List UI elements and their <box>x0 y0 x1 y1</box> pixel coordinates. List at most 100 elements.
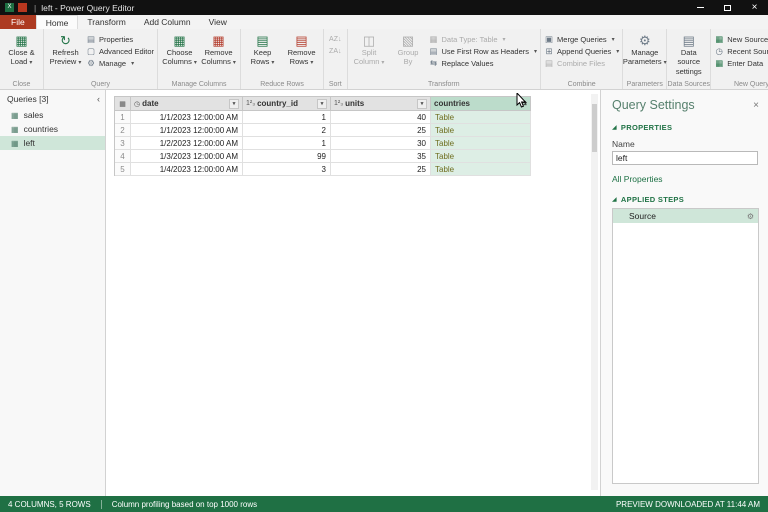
cell-date[interactable]: 1/4/2023 12:00:00 AM <box>131 163 243 176</box>
properties-button[interactable]: ▤ Properties <box>86 35 154 45</box>
collapse-triangle-icon: ◢ <box>612 197 617 203</box>
remove-rows-label: Remove <box>287 48 316 57</box>
ribbon-group-manage-columns: ▦ Choose Columns ▾ ▦ Remove Columns ▾ Mana… <box>158 29 242 89</box>
use-first-row-as-headers-button[interactable]: ▤ Use First Row as Headers ▾ <box>429 47 537 57</box>
scrollbar-thumb[interactable] <box>592 104 597 152</box>
column-header-country-id[interactable]: 1²₃ country_id ▾ <box>243 97 331 111</box>
row-number[interactable]: 5 <box>115 163 131 176</box>
cell-date[interactable]: 1/2/2023 12:00:00 AM <box>131 137 243 150</box>
cell-units[interactable]: 35 <box>331 150 431 163</box>
vertical-scrollbar[interactable] <box>591 94 598 490</box>
close-button[interactable]: × <box>741 0 768 15</box>
group-label-sort: Sort <box>328 81 342 88</box>
collapse-pane-icon[interactable]: ‹ <box>97 94 100 104</box>
chevron-down-icon: ▾ <box>131 61 135 67</box>
combine-files-button[interactable]: ▤ Combine Files <box>544 59 619 69</box>
tab-add-column[interactable]: Add Column <box>135 15 200 29</box>
query-settings-panel: Query Settings × ◢ PROPERTIES Name All P… <box>600 90 768 496</box>
cell-country-id[interactable]: 3 <box>243 163 331 176</box>
query-item-left[interactable]: ▦ left <box>0 136 105 150</box>
group-label-transform: Transform <box>427 81 460 88</box>
split-column-button[interactable]: ◫ Split Column ▾ <box>351 31 388 68</box>
row-number[interactable]: 2 <box>115 124 131 137</box>
row-number[interactable]: 4 <box>115 150 131 163</box>
cell-units[interactable]: 25 <box>331 163 431 176</box>
chevron-down-icon: ▾ <box>271 60 275 67</box>
replace-values-button[interactable]: ⇆ Replace Values <box>429 59 538 69</box>
query-item-countries[interactable]: ▦ countries <box>0 122 105 136</box>
close-load-label: Close & <box>8 48 35 57</box>
filter-dropdown-icon[interactable]: ▾ <box>417 98 427 109</box>
group-by-label: Group <box>397 48 419 57</box>
remove-rows-button[interactable]: ▤ Remove Rows ▾ <box>283 31 320 68</box>
column-name: country_id <box>257 99 298 108</box>
manage-parameters-button[interactable]: ⚙ Manage Parameters ▾ <box>623 31 667 68</box>
group-label-new-query: New Query <box>733 81 768 88</box>
data-source-settings-button[interactable]: ▤ Data source settings <box>670 31 707 76</box>
cell-units[interactable]: 40 <box>331 111 431 124</box>
cell-units[interactable]: 25 <box>331 124 431 137</box>
step-source[interactable]: Source ⚙ <box>613 209 758 223</box>
table-link[interactable]: Table <box>435 113 454 122</box>
cell-date[interactable]: 1/1/2023 12:00:00 AM <box>131 124 243 137</box>
row-number[interactable]: 1 <box>115 111 131 124</box>
data-source-settings-icon: ▤ <box>682 33 695 48</box>
table-row: 2 1/1/2023 12:00:00 AM 2 25 Table <box>115 124 531 137</box>
properties-section-header[interactable]: ◢ PROPERTIES <box>612 123 759 132</box>
cell-country-id[interactable]: 99 <box>243 150 331 163</box>
cell-countries[interactable]: Table <box>431 137 531 150</box>
table-link[interactable]: Table <box>435 152 454 161</box>
choose-columns-button[interactable]: ▦ Choose Columns ▾ <box>161 31 198 68</box>
cell-countries[interactable]: Table <box>431 150 531 163</box>
tab-transform[interactable]: Transform <box>78 15 134 29</box>
new-source-button[interactable]: ▦ New Source ▾ <box>714 35 768 45</box>
cell-country-id[interactable]: 1 <box>243 111 331 124</box>
sort-descending-button[interactable]: ZA↓ <box>327 47 343 56</box>
minimize-button[interactable] <box>687 0 714 15</box>
cell-units[interactable]: 30 <box>331 137 431 150</box>
tab-view[interactable]: View <box>200 15 236 29</box>
row-number[interactable]: 3 <box>115 137 131 150</box>
merge-queries-button[interactable]: ▣ Merge Queries ▾ <box>544 35 619 45</box>
cell-date[interactable]: 1/3/2023 12:00:00 AM <box>131 150 243 163</box>
gear-icon[interactable]: ⚙ <box>747 212 754 221</box>
recent-sources-button[interactable]: ◷ Recent Sources ▾ <box>714 47 768 57</box>
query-name-input[interactable] <box>612 151 758 165</box>
table-link[interactable]: Table <box>435 139 454 148</box>
filter-dropdown-icon[interactable]: ▾ <box>229 98 239 109</box>
advanced-editor-button[interactable]: ▢ Advanced Editor <box>86 47 154 57</box>
remove-columns-button[interactable]: ▦ Remove Columns ▾ <box>200 31 237 68</box>
append-queries-button[interactable]: ⊞ Append Queries ▾ <box>544 47 619 57</box>
all-properties-link[interactable]: All Properties <box>612 174 759 184</box>
refresh-preview-button[interactable]: ↻ Refresh Preview ▾ <box>47 31 84 68</box>
applied-steps-section-header[interactable]: ◢ APPLIED STEPS <box>612 195 759 204</box>
status-profiling[interactable]: Column profiling based on top 1000 rows <box>100 499 257 509</box>
cell-countries[interactable]: Table <box>431 163 531 176</box>
column-name: countries <box>434 99 471 108</box>
table-link[interactable]: Table <box>435 165 454 174</box>
query-item-sales[interactable]: ▦ sales <box>0 108 105 122</box>
cell-country-id[interactable]: 2 <box>243 124 331 137</box>
keep-rows-button[interactable]: ▤ Keep Rows ▾ <box>244 31 281 68</box>
step-label: Source <box>629 211 656 221</box>
tab-file[interactable]: File <box>0 15 36 29</box>
filter-dropdown-icon[interactable]: ▾ <box>317 98 327 109</box>
tab-home[interactable]: Home <box>35 15 79 29</box>
cell-date[interactable]: 1/1/2023 12:00:00 AM <box>131 111 243 124</box>
column-header-units[interactable]: 1²₃ units ▾ <box>331 97 431 111</box>
restore-button[interactable] <box>714 0 741 15</box>
data-type-button[interactable]: ▦ Data Type: Table ▾ <box>429 35 538 45</box>
corner-cell[interactable]: ▦ <box>115 97 131 111</box>
group-by-button[interactable]: ▧ Group By <box>390 31 427 67</box>
sort-ascending-button[interactable]: AZ↓ <box>327 35 343 44</box>
enter-data-button[interactable]: ▦ Enter Data <box>714 59 768 69</box>
cell-countries[interactable]: Table <box>431 124 531 137</box>
close-and-load-button[interactable]: ▦ Close & Load ▾ <box>3 31 40 68</box>
table-link[interactable]: Table <box>435 126 454 135</box>
chevron-down-icon: ▾ <box>611 37 615 43</box>
window-title: left - Power Query Editor <box>41 2 135 13</box>
column-header-date[interactable]: ◷ date ▾ <box>131 97 243 111</box>
cell-country-id[interactable]: 1 <box>243 137 331 150</box>
manage-button[interactable]: ⚙ Manage ▾ <box>86 59 154 69</box>
close-panel-icon[interactable]: × <box>753 100 759 111</box>
